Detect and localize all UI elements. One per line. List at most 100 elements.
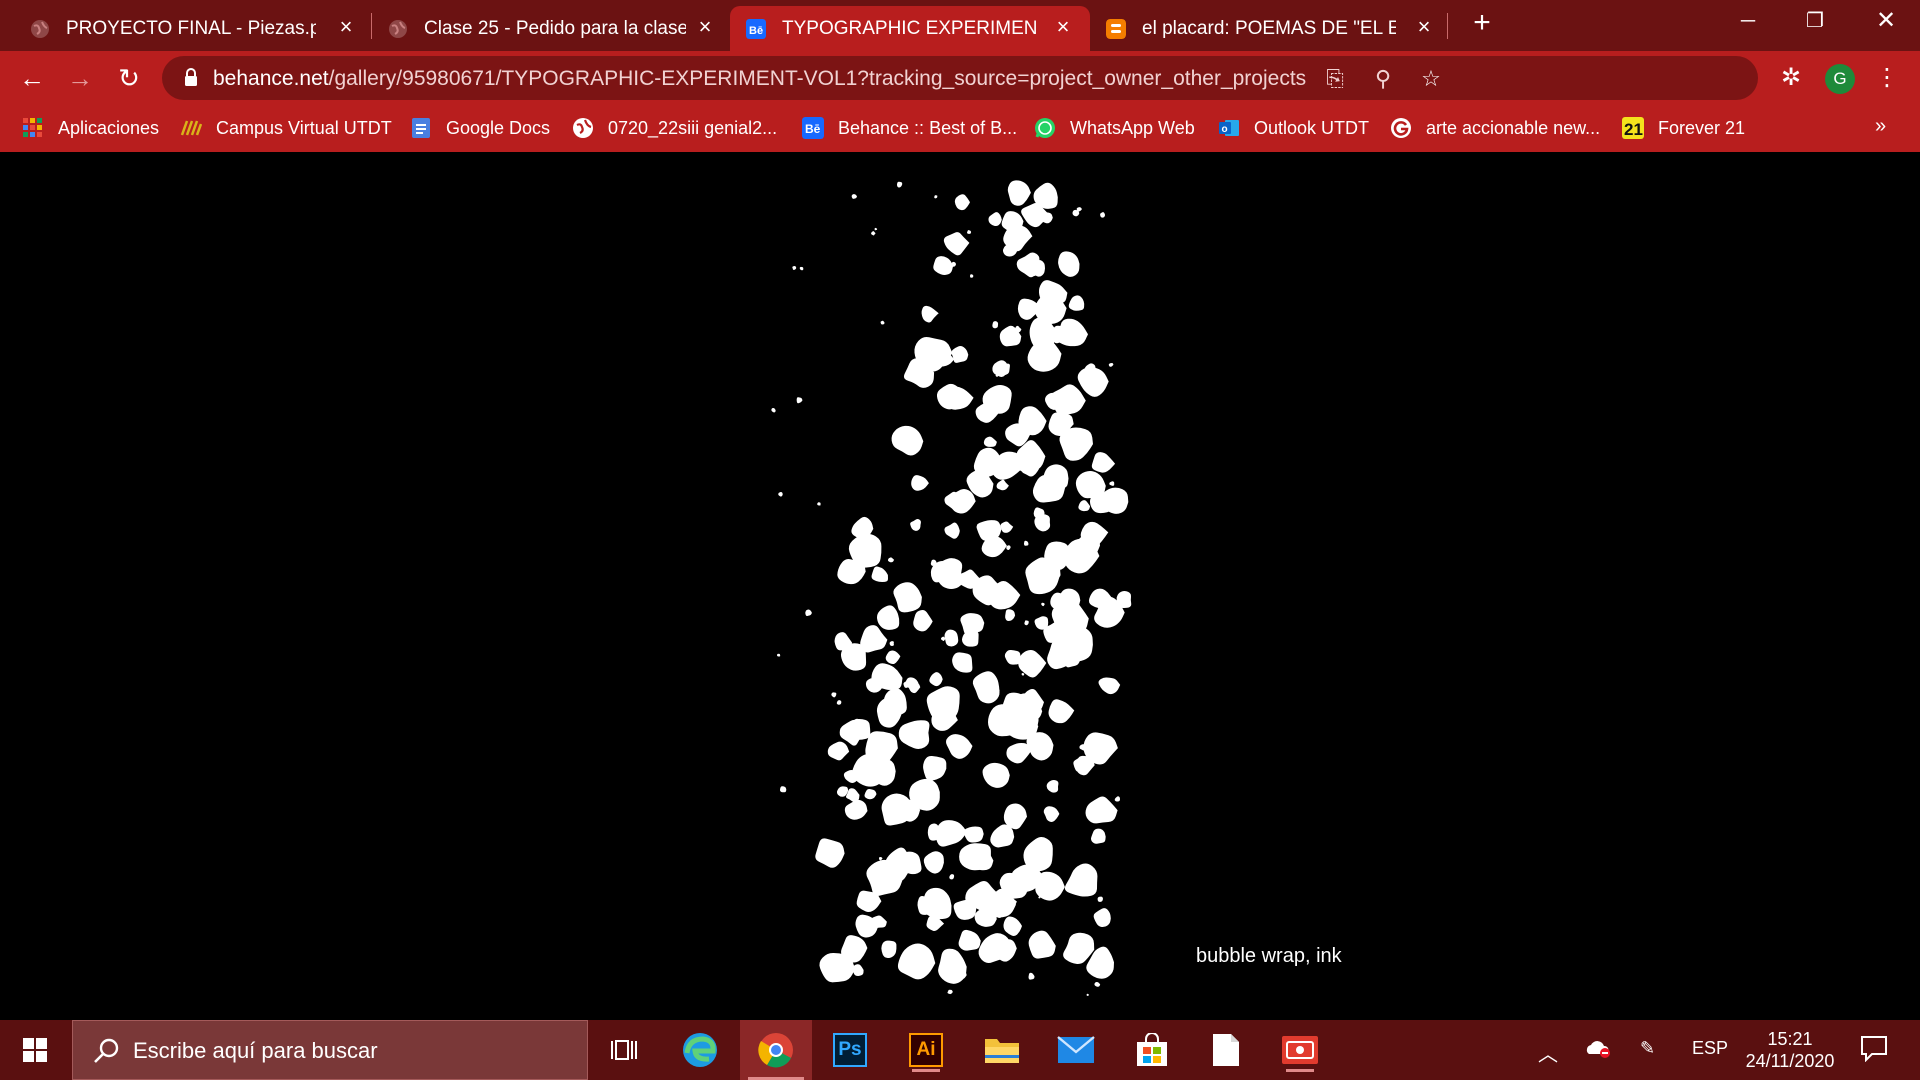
ink-blob-162 [935, 820, 967, 847]
illustrator-icon[interactable]: Ai [904, 1028, 948, 1072]
ink-blob-108 [885, 650, 901, 665]
ink-blob-165 [923, 851, 944, 874]
bookmarks-more-icon[interactable]: » [1875, 115, 1886, 138]
behance-icon: Bē [802, 117, 824, 139]
ink-blob-158 [844, 799, 868, 820]
ink-blob-252 [947, 989, 953, 995]
ink-blob-232 [792, 265, 797, 270]
bookmark-outlook[interactable]: o Outlook UTDT [1218, 114, 1369, 142]
onedrive-icon[interactable] [1585, 1038, 1611, 1063]
chrome-icon[interactable] [740, 1020, 812, 1080]
notepad-icon[interactable] [1204, 1028, 1248, 1072]
svg-text:21: 21 [1624, 120, 1643, 139]
minimize-icon[interactable]: ─ [1728, 6, 1768, 36]
ink-blob-115 [972, 671, 1000, 704]
ink-blob-229 [967, 230, 972, 234]
bookmark-behance[interactable]: Bē Behance :: Best of B... [802, 114, 1017, 142]
bookmark-0720[interactable]: 0720_22siii genial2... [572, 114, 777, 142]
bookmark-star-icon[interactable]: ☆ [1418, 66, 1444, 92]
outlook-icon: o [1219, 120, 1239, 136]
ink-blob-219 [878, 856, 883, 861]
ink-blob-227 [851, 194, 857, 199]
windows-start-icon[interactable] [14, 1032, 56, 1068]
ink-blob-51 [996, 479, 1009, 491]
ink-blob-196 [1063, 932, 1095, 964]
address-bar[interactable]: behance.net/gallery/95980671/TYPOGRAPHIC… [162, 56, 1758, 100]
new-tab-button[interactable]: + [1468, 8, 1496, 38]
ink-blob-68 [910, 519, 921, 531]
back-icon[interactable]: ← [15, 61, 49, 95]
bookmark-whatsapp[interactable]: WhatsApp Web [1034, 114, 1195, 142]
ink-blob-137 [945, 734, 973, 759]
ink-blob-220 [897, 181, 903, 188]
ink-blob-141 [1006, 742, 1031, 764]
notifications-icon[interactable] [1860, 1034, 1888, 1067]
close-icon[interactable]: × [336, 16, 356, 38]
file-explorer-icon[interactable] [980, 1028, 1024, 1072]
mail-icon[interactable] [1054, 1028, 1098, 1072]
ink-blob-217 [1108, 362, 1114, 367]
close-icon[interactable]: × [1414, 16, 1434, 38]
reload-icon[interactable]: ↻ [112, 61, 146, 95]
system-clock[interactable]: 15:21 24/11/2020 [1735, 1028, 1845, 1072]
taskbar-search-input[interactable]: Escribe aquí para buscar [72, 1020, 588, 1080]
bookmark-aplicaciones[interactable]: Aplicaciones [22, 114, 159, 142]
ink-blob-206 [951, 261, 956, 267]
browser-toolbar: ← → ↻ behance.net/gallery/95980671/TYPOG… [0, 51, 1920, 105]
ink-blob-58 [1078, 500, 1091, 512]
close-icon[interactable]: × [695, 16, 715, 38]
close-window-icon[interactable]: ✕ [1866, 6, 1906, 36]
ink-blob-258 [1079, 744, 1087, 751]
task-view-icon[interactable] [602, 1028, 646, 1072]
ink-blob-105 [952, 652, 973, 673]
url-text[interactable]: behance.net/gallery/95980671/TYPOGRAPHIC… [213, 67, 1306, 91]
ink-blob-224 [1023, 540, 1029, 546]
chevron-up-icon[interactable]: ︿ [1538, 1038, 1558, 1067]
lock-icon[interactable] [184, 68, 198, 88]
close-icon[interactable]: × [1053, 16, 1073, 38]
ink-blob-50 [1091, 452, 1116, 473]
ink-blob-146 [923, 755, 947, 781]
ink-blob-156 [1043, 806, 1060, 822]
utdt-icon [180, 120, 202, 136]
ink-blob-106 [840, 643, 867, 671]
pen-icon[interactable]: ✎ [1640, 1038, 1655, 1059]
menu-icon[interactable]: ⋮ [1872, 63, 1902, 93]
ink-blob-195 [958, 929, 981, 951]
ink-blob-209 [1100, 212, 1105, 218]
ink-blob-4 [988, 212, 1002, 227]
ink-blob-250 [779, 786, 787, 793]
bookmark-google-docs[interactable]: Google Docs [410, 114, 550, 142]
ink-blob-124 [1048, 699, 1075, 724]
google-docs-icon [412, 118, 430, 138]
ink-blob-221 [934, 195, 938, 199]
extensions-icon[interactable]: ✲ [1776, 63, 1806, 93]
tab-clase-25[interactable]: Clase 25 - Pedido para la clase qu × [358, 6, 728, 51]
bookmark-label: Outlook UTDT [1254, 117, 1370, 138]
ink-blob-147 [1075, 755, 1095, 776]
avatar[interactable]: G [1825, 64, 1855, 94]
ink-blob-197 [881, 940, 897, 958]
zoom-icon[interactable]: ⚲ [1370, 66, 1396, 92]
restore-icon[interactable]: ❐ [1795, 6, 1835, 36]
ink-blob-204 [949, 874, 955, 880]
ink-blob-256 [930, 559, 937, 566]
tab-proyecto-final[interactable]: PROYECTO FINAL - Piezas.pdf × [0, 6, 370, 51]
ink-blob-189 [870, 915, 887, 928]
bookmark-arte-accionable[interactable]: arte accionable new... [1390, 114, 1600, 142]
bookmark-campus-virtual[interactable]: Campus Virtual UTDT [180, 114, 392, 142]
bookmark-forever-21[interactable]: 21 Forever 21 [1622, 114, 1745, 142]
translate-icon[interactable]: ⎘ [1322, 66, 1348, 92]
url-path: /gallery/95980671/TYPOGRAPHIC-EXPERIMENT… [328, 67, 1307, 90]
photoshop-icon[interactable]: Ps [828, 1028, 872, 1072]
language-indicator[interactable]: ESP [1692, 1038, 1728, 1059]
store-icon[interactable] [1130, 1028, 1174, 1072]
ink-blob-163 [963, 826, 984, 843]
forever21-icon: 21 [1622, 117, 1644, 139]
forward-icon[interactable]: → [63, 61, 97, 95]
clock-date: 24/11/2020 [1745, 1051, 1835, 1071]
tab-typographic-experiment[interactable]: Bē TYPOGRAPHIC EXPERIMENT VOL × [730, 6, 1090, 51]
acrobat-icon[interactable] [1278, 1028, 1322, 1072]
tab-el-placard[interactable]: el placard: POEMAS DE "EL ESPEJ × [1092, 6, 1452, 51]
edge-icon[interactable] [678, 1028, 722, 1072]
